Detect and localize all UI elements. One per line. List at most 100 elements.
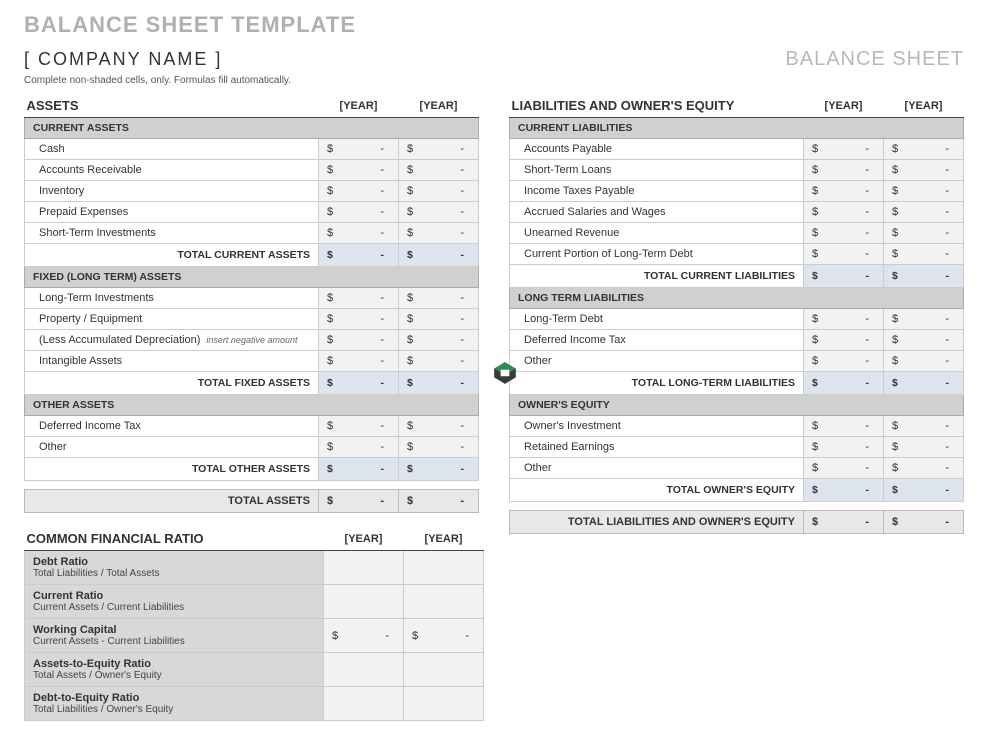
row-label: Income Taxes Payable — [510, 181, 804, 202]
assets-year1[interactable]: [YEAR] — [319, 94, 399, 118]
liab-year1[interactable]: [YEAR] — [804, 94, 884, 118]
total-longterm-liab-y1: $- — [804, 372, 884, 395]
ratio-year1[interactable]: [YEAR] — [324, 527, 404, 551]
total-current-liab-y2: $- — [884, 265, 964, 288]
table-row: Prepaid Expenses$-$- — [25, 202, 479, 223]
total-assets-y2: $- — [399, 490, 479, 513]
ratio-value — [404, 585, 484, 619]
ratio-label: Current RatioCurrent Assets / Current Li… — [25, 585, 324, 619]
page-title: BALANCE SHEET TEMPLATE — [24, 12, 964, 38]
value-cell[interactable]: $- — [884, 330, 964, 351]
value-cell[interactable]: $- — [319, 351, 399, 372]
ratio-row: Debt-to-Equity RatioTotal Liabilities / … — [25, 687, 484, 721]
table-row: (Less Accumulated Depreciation)insert ne… — [25, 330, 479, 351]
value-cell[interactable]: $- — [804, 437, 884, 458]
value-cell[interactable]: $- — [804, 202, 884, 223]
assets-year2[interactable]: [YEAR] — [399, 94, 479, 118]
value-cell[interactable]: $- — [804, 181, 884, 202]
value-cell[interactable]: $- — [804, 309, 884, 330]
total-equity-y1: $- — [804, 479, 884, 502]
value-cell[interactable]: $- — [399, 288, 479, 309]
value-cell[interactable]: $- — [399, 139, 479, 160]
total-longterm-liab-label: TOTAL LONG-TERM LIABILITIES — [510, 372, 804, 395]
value-cell[interactable]: $- — [804, 244, 884, 265]
company-name[interactable]: [ COMPANY NAME ] — [24, 49, 222, 70]
row-label: Deferred Income Tax — [25, 416, 319, 437]
total-other-assets-y2: $- — [399, 458, 479, 481]
value-cell[interactable]: $- — [319, 160, 399, 181]
value-cell[interactable]: $- — [399, 181, 479, 202]
ratio-row: Debt RatioTotal Liabilities / Total Asse… — [25, 551, 484, 585]
value-cell[interactable]: $- — [319, 437, 399, 458]
ratio-row: Current RatioCurrent Assets / Current Li… — [25, 585, 484, 619]
value-cell[interactable]: $- — [319, 181, 399, 202]
value-cell[interactable]: $- — [884, 437, 964, 458]
total-liab-equity-label: TOTAL LIABILITIES AND OWNER'S EQUITY — [510, 511, 804, 534]
value-cell[interactable]: $- — [399, 309, 479, 330]
ratio-year2[interactable]: [YEAR] — [404, 527, 484, 551]
ratio-title: COMMON FINANCIAL RATIO — [25, 527, 324, 551]
row-label: Intangible Assets — [25, 351, 319, 372]
sheet-type-label: BALANCE SHEET — [785, 48, 964, 71]
row-label: (Less Accumulated Depreciation)insert ne… — [25, 330, 319, 351]
row-label: Accrued Salaries and Wages — [510, 202, 804, 223]
total-current-assets-label: TOTAL CURRENT ASSETS — [25, 244, 319, 267]
row-label: Other — [25, 437, 319, 458]
value-cell[interactable]: $- — [319, 139, 399, 160]
value-cell[interactable]: $- — [399, 416, 479, 437]
row-label: Unearned Revenue — [510, 223, 804, 244]
table-row: Deferred Income Tax$-$- — [25, 416, 479, 437]
value-cell[interactable]: $- — [884, 244, 964, 265]
ratio-value — [404, 653, 484, 687]
value-cell[interactable]: $- — [804, 160, 884, 181]
total-liab-equity-y2: $- — [884, 511, 964, 534]
value-cell[interactable]: $- — [319, 288, 399, 309]
value-cell[interactable]: $- — [319, 416, 399, 437]
value-cell[interactable]: $- — [399, 437, 479, 458]
value-cell[interactable]: $- — [804, 223, 884, 244]
value-cell[interactable]: $- — [804, 458, 884, 479]
value-cell[interactable]: $- — [884, 181, 964, 202]
table-row: Long-Term Investments$-$- — [25, 288, 479, 309]
liab-year2[interactable]: [YEAR] — [884, 94, 964, 118]
row-label: Inventory — [25, 181, 319, 202]
total-fixed-assets-label: TOTAL FIXED ASSETS — [25, 372, 319, 395]
value-cell[interactable]: $- — [399, 330, 479, 351]
ratio-value — [324, 687, 404, 721]
ratio-row: Working CapitalCurrent Assets - Current … — [25, 619, 484, 653]
value-cell[interactable]: $- — [884, 223, 964, 244]
value-cell[interactable]: $- — [399, 223, 479, 244]
value-cell[interactable]: $- — [884, 309, 964, 330]
value-cell[interactable]: $- — [804, 416, 884, 437]
value-cell[interactable]: $- — [884, 458, 964, 479]
row-label: Deferred Income Tax — [510, 330, 804, 351]
value-cell[interactable]: $- — [319, 223, 399, 244]
value-cell[interactable]: $- — [399, 202, 479, 223]
table-row: Accounts Payable$-$- — [510, 139, 964, 160]
value-cell[interactable]: $- — [319, 309, 399, 330]
value-cell[interactable]: $- — [399, 351, 479, 372]
fixed-assets-header: FIXED (LONG TERM) ASSETS — [25, 267, 479, 288]
table-row: Intangible Assets$-$- — [25, 351, 479, 372]
ratio-label: Debt RatioTotal Liabilities / Total Asse… — [25, 551, 324, 585]
value-cell[interactable]: $- — [884, 160, 964, 181]
current-liab-header: CURRENT LIABILITIES — [510, 118, 964, 139]
row-label: Other — [510, 458, 804, 479]
value-cell[interactable]: $- — [319, 330, 399, 351]
other-assets-header: OTHER ASSETS — [25, 395, 479, 416]
value-cell[interactable]: $- — [884, 351, 964, 372]
row-label: Owner's Investment — [510, 416, 804, 437]
value-cell[interactable]: $- — [884, 416, 964, 437]
table-row: Deferred Income Tax$-$- — [510, 330, 964, 351]
value-cell[interactable]: $- — [804, 139, 884, 160]
value-cell[interactable]: $- — [884, 139, 964, 160]
table-row: Cash$-$- — [25, 139, 479, 160]
total-liab-equity-y1: $- — [804, 511, 884, 534]
value-cell[interactable]: $- — [804, 330, 884, 351]
assets-table: ASSETS [YEAR] [YEAR] CURRENT ASSETS Cash… — [24, 94, 479, 513]
row-label: Retained Earnings — [510, 437, 804, 458]
value-cell[interactable]: $- — [884, 202, 964, 223]
value-cell[interactable]: $- — [319, 202, 399, 223]
value-cell[interactable]: $- — [399, 160, 479, 181]
value-cell[interactable]: $- — [804, 351, 884, 372]
